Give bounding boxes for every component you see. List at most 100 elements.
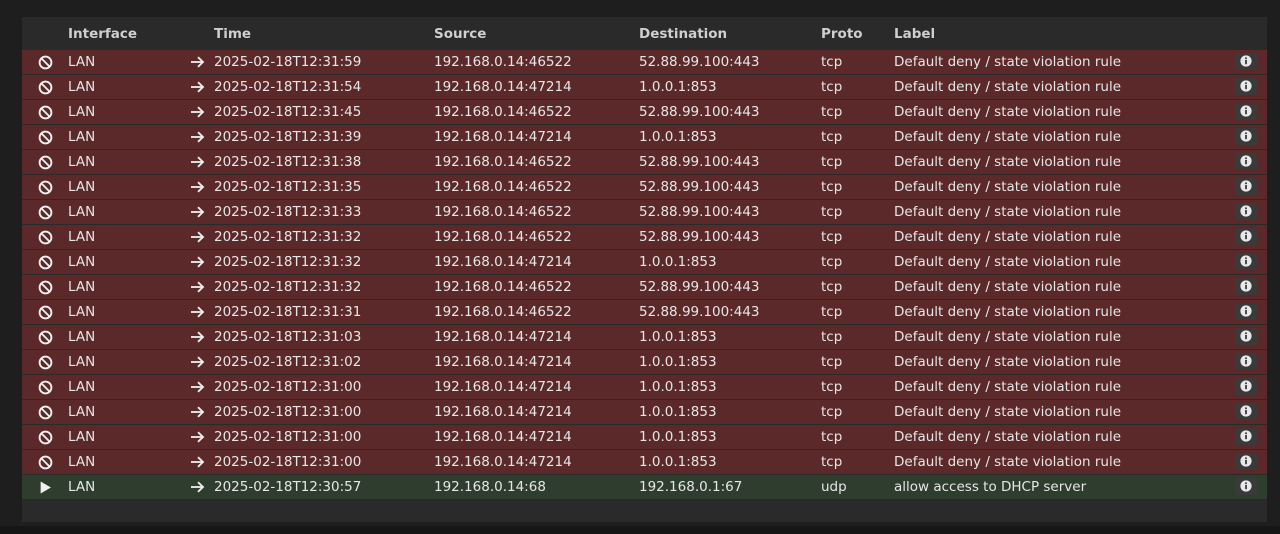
time-cell: 2025-02-18T12:31:03: [214, 329, 362, 345]
table-row[interactable]: LAN 2025-02-18T12:31:00 192.168.0.14:472…: [22, 399, 1267, 425]
interface-cell: LAN: [68, 429, 96, 445]
source-cell: 192.168.0.14:68: [434, 479, 546, 495]
destination-cell: 52.88.99.100:443: [639, 279, 760, 295]
firewall-log-table: Interface Time Source Destination Proto …: [22, 17, 1267, 500]
info-button[interactable]: [1235, 227, 1257, 245]
action-cell: [22, 175, 68, 200]
column-header-info: [1231, 17, 1267, 50]
column-header-destination[interactable]: Destination: [639, 17, 821, 50]
info-button[interactable]: [1235, 152, 1257, 170]
info-button[interactable]: [1235, 102, 1257, 120]
info-button[interactable]: [1235, 452, 1257, 470]
block-icon: [38, 405, 53, 420]
info-button[interactable]: [1235, 252, 1257, 270]
table-row[interactable]: LAN 2025-02-18T12:31:32 192.168.0.14:465…: [22, 274, 1267, 300]
info-button[interactable]: [1235, 77, 1257, 95]
proto-cell: tcp: [821, 229, 843, 245]
info-button[interactable]: [1235, 352, 1257, 370]
source-cell: 192.168.0.14:46522: [434, 304, 572, 320]
action-cell: [22, 400, 68, 425]
info-cell: [1231, 275, 1267, 300]
column-header-action[interactable]: [22, 17, 68, 50]
info-button[interactable]: [1235, 302, 1257, 320]
column-header-interface[interactable]: Interface: [68, 17, 180, 50]
table-header: Interface Time Source Destination Proto …: [22, 17, 1267, 50]
proto-cell: tcp: [821, 454, 843, 470]
time-cell: 2025-02-18T12:31:00: [214, 379, 362, 395]
table-row[interactable]: LAN 2025-02-18T12:31:00 192.168.0.14:472…: [22, 449, 1267, 475]
column-header-direction[interactable]: [180, 17, 214, 50]
interface-cell: LAN: [68, 254, 96, 270]
info-cell: [1231, 425, 1267, 450]
destination-cell: 1.0.0.1:853: [639, 379, 717, 395]
table-row[interactable]: LAN 2025-02-18T12:30:57 192.168.0.14:68 …: [22, 474, 1267, 500]
destination-cell: 1.0.0.1:853: [639, 429, 717, 445]
table-row[interactable]: LAN 2025-02-18T12:31:35 192.168.0.14:465…: [22, 174, 1267, 200]
interface-cell: LAN: [68, 54, 96, 70]
arrow-right-icon: [190, 131, 205, 143]
time-cell: 2025-02-18T12:30:57: [214, 479, 362, 495]
table-row[interactable]: LAN 2025-02-18T12:31:32 192.168.0.14:472…: [22, 249, 1267, 275]
table-row[interactable]: LAN 2025-02-18T12:31:00 192.168.0.14:472…: [22, 424, 1267, 450]
column-header-source[interactable]: Source: [434, 17, 639, 50]
info-icon: [1240, 330, 1252, 342]
info-button[interactable]: [1235, 427, 1257, 445]
action-cell: [22, 100, 68, 125]
source-cell: 192.168.0.14:47214: [434, 354, 572, 370]
label-cell: Default deny / state violation rule: [894, 254, 1121, 270]
column-header-label[interactable]: Label: [894, 17, 1231, 50]
destination-cell: 192.168.0.1:67: [639, 479, 743, 495]
time-cell: 2025-02-18T12:31:33: [214, 204, 362, 220]
info-button[interactable]: [1235, 52, 1257, 70]
label-cell: Default deny / state violation rule: [894, 404, 1121, 420]
info-cell: [1231, 225, 1267, 250]
info-button[interactable]: [1235, 127, 1257, 145]
block-icon: [38, 130, 53, 145]
source-cell: 192.168.0.14:46522: [434, 279, 572, 295]
table-row[interactable]: LAN 2025-02-18T12:31:54 192.168.0.14:472…: [22, 74, 1267, 100]
info-button[interactable]: [1235, 477, 1257, 495]
proto-cell: tcp: [821, 429, 843, 445]
table-body: LAN 2025-02-18T12:31:59 192.168.0.14:465…: [22, 50, 1267, 500]
table-row[interactable]: LAN 2025-02-18T12:31:31 192.168.0.14:465…: [22, 299, 1267, 325]
table-row[interactable]: LAN 2025-02-18T12:31:45 192.168.0.14:465…: [22, 99, 1267, 125]
label-cell: Default deny / state violation rule: [894, 179, 1121, 195]
info-button[interactable]: [1235, 177, 1257, 195]
proto-cell: tcp: [821, 279, 843, 295]
block-icon: [38, 255, 53, 270]
info-icon: [1240, 355, 1252, 367]
destination-cell: 1.0.0.1:853: [639, 79, 717, 95]
destination-cell: 1.0.0.1:853: [639, 254, 717, 270]
table-row[interactable]: LAN 2025-02-18T12:31:38 192.168.0.14:465…: [22, 149, 1267, 175]
column-header-time[interactable]: Time: [214, 17, 434, 50]
arrow-right-icon: [190, 406, 205, 418]
info-icon: [1240, 80, 1252, 92]
table-row[interactable]: LAN 2025-02-18T12:31:02 192.168.0.14:472…: [22, 349, 1267, 375]
label-cell: Default deny / state violation rule: [894, 304, 1121, 320]
arrow-right-icon: [190, 256, 205, 268]
source-cell: 192.168.0.14:46522: [434, 179, 572, 195]
table-row[interactable]: LAN 2025-02-18T12:31:32 192.168.0.14:465…: [22, 224, 1267, 250]
destination-cell: 52.88.99.100:443: [639, 54, 760, 70]
table-row[interactable]: LAN 2025-02-18T12:31:59 192.168.0.14:465…: [22, 50, 1267, 75]
block-icon: [38, 430, 53, 445]
info-button[interactable]: [1235, 327, 1257, 345]
column-header-proto[interactable]: Proto: [821, 17, 894, 50]
source-cell: 192.168.0.14:46522: [434, 229, 572, 245]
direction-cell: [180, 325, 214, 350]
source-cell: 192.168.0.14:46522: [434, 154, 572, 170]
label-cell: Default deny / state violation rule: [894, 329, 1121, 345]
table-row[interactable]: LAN 2025-02-18T12:31:00 192.168.0.14:472…: [22, 374, 1267, 400]
info-button[interactable]: [1235, 277, 1257, 295]
info-cell: [1231, 200, 1267, 225]
info-button[interactable]: [1235, 377, 1257, 395]
direction-cell: [180, 375, 214, 400]
block-icon: [38, 180, 53, 195]
info-button[interactable]: [1235, 402, 1257, 420]
table-row[interactable]: LAN 2025-02-18T12:31:03 192.168.0.14:472…: [22, 324, 1267, 350]
table-row[interactable]: LAN 2025-02-18T12:31:39 192.168.0.14:472…: [22, 124, 1267, 150]
info-button[interactable]: [1235, 202, 1257, 220]
interface-cell: LAN: [68, 454, 96, 470]
table-row[interactable]: LAN 2025-02-18T12:31:33 192.168.0.14:465…: [22, 199, 1267, 225]
info-icon: [1240, 130, 1252, 142]
